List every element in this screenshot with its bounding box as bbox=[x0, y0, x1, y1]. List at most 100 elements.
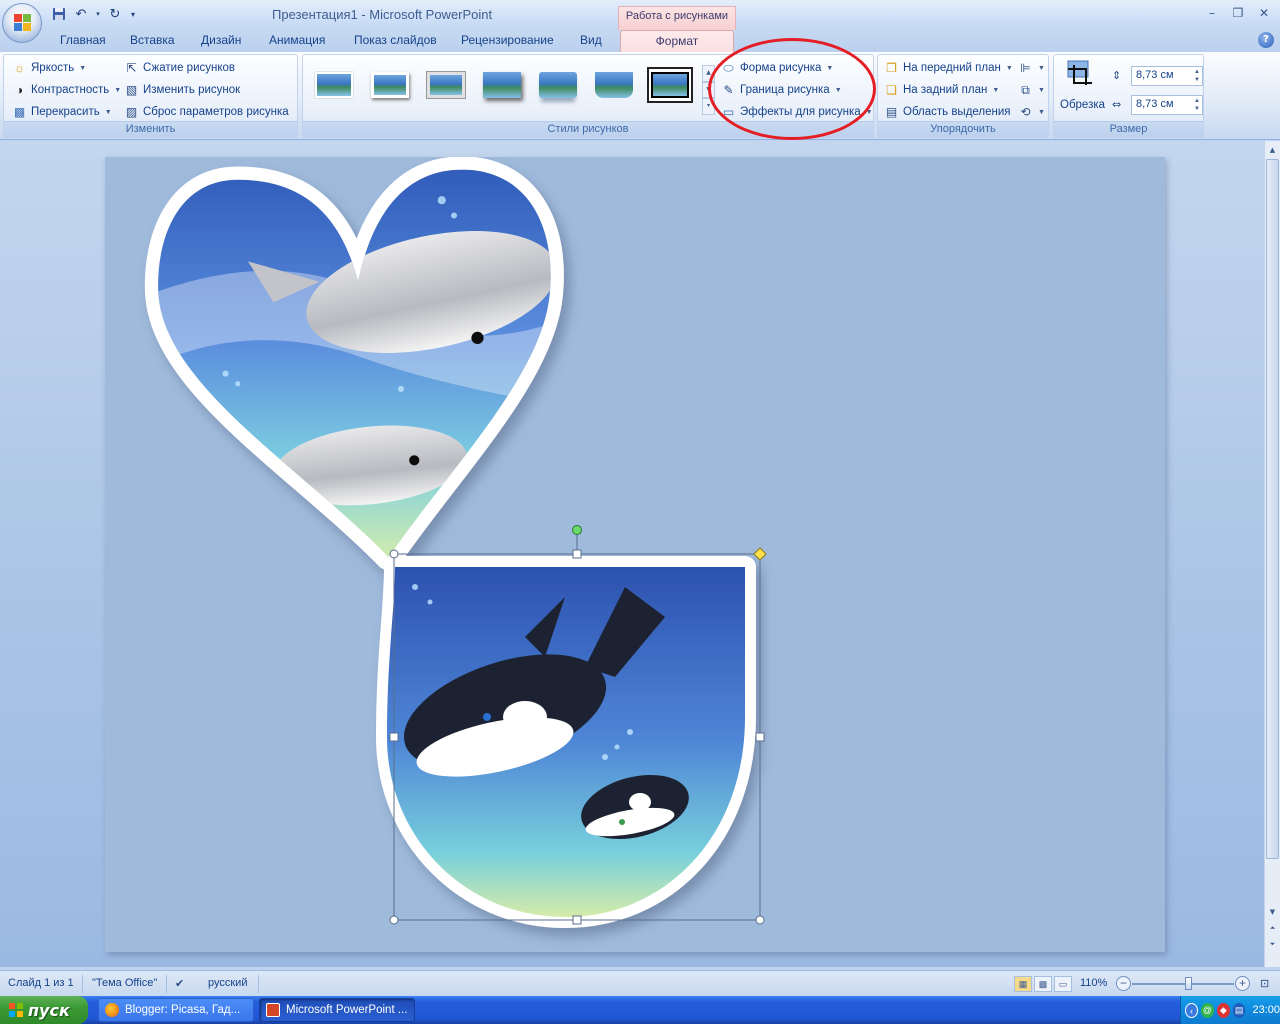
tray-language-icon[interactable]: ▤ bbox=[1232, 1002, 1246, 1018]
window-controls: – ❐ ✕ bbox=[1200, 4, 1276, 22]
picture-style-1[interactable] bbox=[311, 67, 357, 103]
tab-slideshow[interactable]: Показ слайдов bbox=[354, 33, 437, 47]
slideshow-view-icon[interactable]: ▭ bbox=[1054, 976, 1072, 992]
window-title: Презентация1 - Microsoft PowerPoint bbox=[272, 7, 493, 22]
undo-dropdown-icon[interactable]: ▾ bbox=[94, 6, 102, 22]
quick-access-toolbar: ↶ ▾ ↻ ▾ bbox=[50, 5, 138, 23]
height-icon: ⇕ bbox=[1112, 69, 1122, 82]
windows-logo-icon bbox=[9, 1003, 23, 1017]
ribbon: ☼ Яркость ▼ ◑ Контрастность ▼ ▩ Перекрасит… bbox=[0, 52, 1280, 140]
red-ellipse-annotation bbox=[708, 38, 876, 140]
office-button[interactable] bbox=[2, 3, 42, 43]
width-spinner-icon[interactable]: ▲ ▼ bbox=[1194, 97, 1200, 113]
compress-icon: ⇱ bbox=[126, 61, 137, 75]
picture-style-7[interactable] bbox=[647, 67, 693, 103]
send-to-back-button[interactable]: ❏ На задний план ▼ bbox=[884, 80, 999, 100]
tab-home[interactable]: Главная bbox=[60, 33, 106, 47]
tab-view[interactable]: Вид bbox=[580, 33, 602, 47]
picture-style-5[interactable] bbox=[535, 67, 581, 103]
picture-style-2[interactable] bbox=[367, 67, 413, 103]
align-button[interactable]: ⊫ ▼ bbox=[1018, 58, 1045, 78]
compress-pictures-button[interactable]: ⇱ Сжатие рисунков bbox=[124, 58, 235, 78]
prev-slide-icon[interactable]: ⏶ bbox=[1266, 921, 1279, 935]
ribbon-tabs: Главная Вставка Дизайн Анимация Показ сл… bbox=[0, 30, 1280, 52]
customize-qat-icon[interactable]: ▾ bbox=[128, 6, 138, 22]
sun-icon: ☼ bbox=[14, 61, 25, 75]
slide-canvas[interactable] bbox=[105, 156, 1165, 952]
selection-pane-button[interactable]: ▤ Область выделения bbox=[884, 102, 1011, 122]
taskbar-firefox[interactable]: Blogger: Picasa, Гад... bbox=[98, 998, 254, 1022]
save-icon[interactable] bbox=[50, 6, 68, 22]
bring-front-icon: ❐ bbox=[886, 61, 897, 75]
language-label[interactable]: русский bbox=[208, 977, 247, 989]
crop-label: Обрезка bbox=[1060, 99, 1106, 111]
close-icon[interactable]: ✕ bbox=[1252, 4, 1276, 22]
tab-design[interactable]: Дизайн bbox=[201, 33, 241, 47]
scroll-thumb[interactable] bbox=[1266, 159, 1279, 859]
change-picture-button[interactable]: ▧ Изменить рисунок bbox=[124, 80, 240, 100]
rotate-icon: ⟲ bbox=[1020, 105, 1031, 119]
bring-to-front-button[interactable]: ❐ На передний план ▼ bbox=[884, 58, 1013, 78]
system-tray: ‹ @ ◆ ▤ 23:00 bbox=[1180, 996, 1280, 1024]
vertical-scrollbar[interactable]: ▲ ▼ ⏶ ⏷ bbox=[1264, 141, 1280, 967]
recolor-button[interactable]: ▩ Перекрасить ▼ bbox=[12, 102, 112, 122]
picture-style-4[interactable] bbox=[479, 67, 525, 103]
redo-icon[interactable]: ↻ bbox=[106, 6, 124, 22]
picture-style-6[interactable] bbox=[591, 67, 637, 103]
clock: 23:00 bbox=[1252, 1004, 1280, 1016]
title-bar: ↶ ▾ ↻ ▾ Презентация1 - Microsoft PowerPo… bbox=[0, 0, 1280, 30]
width-field[interactable]: 8,73 см ▲ ▼ bbox=[1131, 95, 1203, 115]
zoom-out-icon[interactable]: − bbox=[1116, 976, 1131, 991]
brightness-button[interactable]: ☼ Яркость ▼ bbox=[12, 58, 86, 78]
spellcheck-icon[interactable]: ✔ bbox=[175, 977, 184, 990]
recolor-icon: ▩ bbox=[13, 105, 26, 119]
fit-slide-icon[interactable]: ⊡ bbox=[1260, 977, 1269, 990]
minimize-icon[interactable]: – bbox=[1200, 4, 1224, 22]
tab-insert[interactable]: Вставка bbox=[130, 33, 175, 47]
width-icon: ⇔ bbox=[1112, 98, 1122, 111]
tray-network-icon[interactable]: @ bbox=[1201, 1002, 1214, 1018]
reset-picture-button[interactable]: ▨ Сброс параметров рисунка bbox=[124, 102, 289, 122]
restore-icon[interactable]: ❐ bbox=[1226, 4, 1250, 22]
windows-taskbar: пуск Blogger: Picasa, Гад... Microsoft P… bbox=[0, 996, 1280, 1024]
selection-pane-icon: ▤ bbox=[885, 105, 898, 119]
start-button[interactable]: пуск bbox=[0, 996, 88, 1024]
tray-expand-icon[interactable]: ‹ bbox=[1185, 1002, 1199, 1018]
undo-icon[interactable]: ↶ bbox=[72, 6, 90, 22]
tab-format[interactable]: Формат bbox=[620, 30, 734, 52]
group-size: Обрезка ⇕ 8,73 см ▲▼ ⇔ 8,73 см ▲▼ ↘ Разм… bbox=[1053, 54, 1204, 138]
zoom-level[interactable]: 110% bbox=[1080, 977, 1107, 989]
height-field[interactable]: 8,73 см ▲ ▼ bbox=[1131, 66, 1203, 86]
slide-sorter-view-icon[interactable]: ▩ bbox=[1034, 976, 1052, 992]
contrast-button[interactable]: ◑ Контрастность ▼ bbox=[12, 80, 121, 100]
tab-review[interactable]: Рецензирование bbox=[461, 33, 554, 47]
picture-style-3[interactable] bbox=[423, 67, 469, 103]
tray-security-icon[interactable]: ◆ bbox=[1216, 1002, 1230, 1018]
taskbar-powerpoint[interactable]: Microsoft PowerPoint ... bbox=[259, 998, 415, 1022]
reset-picture-icon: ▨ bbox=[125, 105, 138, 119]
powerpoint-icon bbox=[266, 1003, 280, 1017]
next-slide-icon[interactable]: ⏷ bbox=[1266, 937, 1279, 951]
height-spinner-icon[interactable]: ▲ ▼ bbox=[1194, 68, 1200, 84]
normal-view-icon[interactable]: ▦ bbox=[1014, 976, 1032, 992]
change-picture-icon: ▧ bbox=[125, 83, 138, 97]
group-size-label: Размер bbox=[1054, 121, 1203, 137]
group-adjust: ☼ Яркость ▼ ◑ Контрастность ▼ ▩ Перекрасит… bbox=[3, 54, 298, 138]
rotate-button[interactable]: ⟲ ▼ bbox=[1018, 102, 1044, 122]
theme-name[interactable]: "Тема Office" bbox=[92, 977, 157, 989]
contrast-icon: ◑ bbox=[15, 83, 24, 97]
context-tab-title: Работа с рисунками bbox=[618, 6, 736, 30]
slide-artwork bbox=[144, 156, 767, 928]
group-objects-button[interactable]: ⧉ ▼ bbox=[1018, 80, 1045, 100]
scroll-down-icon[interactable]: ▼ bbox=[1266, 905, 1279, 919]
firefox-icon bbox=[105, 1003, 119, 1017]
align-icon: ⊫ bbox=[1020, 61, 1031, 75]
zoom-slider[interactable] bbox=[1132, 983, 1234, 985]
send-back-icon: ❏ bbox=[886, 83, 897, 97]
group-adjust-label: Изменить bbox=[4, 121, 297, 137]
tab-animation[interactable]: Анимация bbox=[269, 33, 325, 47]
help-icon[interactable]: ? bbox=[1258, 32, 1274, 48]
scroll-up-icon[interactable]: ▲ bbox=[1266, 143, 1279, 157]
zoom-slider-thumb[interactable] bbox=[1184, 977, 1192, 990]
zoom-in-icon[interactable]: + bbox=[1235, 976, 1250, 991]
